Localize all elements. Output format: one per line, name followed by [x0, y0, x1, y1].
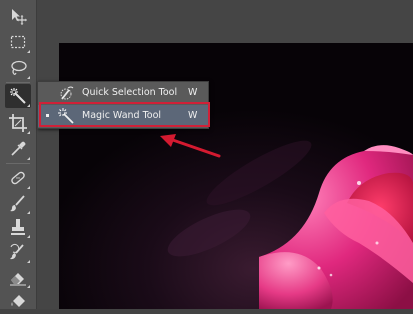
- spot-healing-brush-icon: [11, 171, 25, 185]
- red-arrow-icon: [160, 134, 221, 158]
- brush-icon: [10, 195, 25, 212]
- eyedropper-tool[interactable]: [5, 137, 31, 161]
- paint-bucket-tool[interactable]: [5, 290, 31, 314]
- shortcut-key: W: [188, 87, 198, 98]
- magic-wand-tool[interactable]: [5, 84, 31, 108]
- highlight-box: [39, 102, 210, 127]
- history-brush-tool[interactable]: [5, 240, 31, 264]
- tools-panel: [0, 0, 37, 309]
- crop-tool[interactable]: [5, 111, 31, 135]
- move-icon: [12, 9, 27, 25]
- history-brush-icon: [10, 243, 24, 260]
- lasso-tool[interactable]: [5, 56, 31, 80]
- magic-wand-icon: [10, 88, 26, 104]
- canvas-area[interactable]: [37, 0, 413, 309]
- crop-icon: [9, 114, 27, 132]
- healing-brush-tool[interactable]: [5, 166, 31, 190]
- lasso-icon: [11, 60, 27, 75]
- eraser-tool[interactable]: [5, 265, 31, 289]
- clone-stamp-tool[interactable]: [5, 215, 31, 239]
- brush-tool[interactable]: [5, 191, 31, 215]
- menu-item-label: Quick Selection Tool: [82, 87, 178, 98]
- eyedropper-icon: [11, 141, 26, 156]
- move-tool[interactable]: [5, 4, 31, 28]
- paint-bucket-icon: [11, 295, 25, 307]
- marquee-tool[interactable]: [5, 30, 31, 54]
- menu-item-quick-selection[interactable]: Quick Selection Tool W: [38, 82, 208, 104]
- eraser-icon: [10, 273, 26, 286]
- quick-selection-icon: [60, 86, 74, 100]
- clone-stamp-icon: [11, 219, 25, 235]
- rectangular-marquee-icon: [10, 35, 26, 49]
